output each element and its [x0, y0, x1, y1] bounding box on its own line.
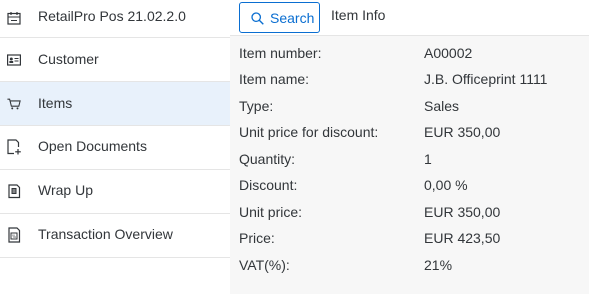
info-row-vat: VAT(%): 21%	[230, 255, 589, 275]
search-button[interactable]: Search	[239, 2, 320, 33]
add-document-icon	[7, 139, 21, 155]
wrap-up-icon	[7, 184, 21, 199]
sidebar-item-label: Transaction Overview	[38, 226, 173, 242]
sidebar-item-wrap-up[interactable]: Wrap Up	[0, 170, 230, 213]
info-key: Quantity:	[239, 151, 296, 167]
divider	[0, 257, 230, 258]
info-key: Type:	[239, 98, 274, 114]
sidebar-item-label: Items	[38, 95, 73, 111]
info-row-item-name: Item name: J.B. Officeprint 1111	[230, 69, 589, 89]
info-value: EUR 350,00	[424, 204, 501, 220]
header-bar: Search Item Info	[230, 0, 589, 36]
info-key: Item name:	[239, 71, 310, 87]
info-value: Sales	[424, 98, 460, 114]
info-value: EUR 350,00	[424, 124, 501, 140]
info-value: 1	[424, 151, 432, 167]
info-row-type: Type: Sales	[230, 96, 589, 116]
info-key: Discount:	[239, 177, 298, 193]
info-row-unit-price-for-discount: Unit price for discount: EUR 350,00	[230, 122, 589, 142]
info-key: VAT(%):	[239, 257, 290, 273]
info-value: A00002	[424, 45, 473, 61]
app-title-item: RetailPro Pos 21.02.2.0	[0, 0, 230, 37]
search-icon	[251, 12, 264, 25]
sidebar-item-label: Open Documents	[38, 138, 147, 154]
sidebar-item-transaction-overview[interactable]: % Transaction Overview	[0, 214, 230, 257]
svg-text:%: %	[12, 234, 16, 239]
info-value: J.B. Officeprint 1111	[424, 71, 548, 87]
sidebar: RetailPro Pos 21.02.2.0 Customer Items O…	[0, 0, 230, 294]
info-key: Price:	[239, 230, 275, 246]
tab-item-info[interactable]: Item Info	[331, 7, 385, 23]
info-row-item-number: Item number: A00002	[230, 43, 589, 63]
sidebar-item-items[interactable]: Items	[0, 82, 230, 125]
search-button-label: Search	[270, 10, 315, 26]
sidebar-item-label: Customer	[38, 51, 99, 67]
info-row-unit-price: Unit price: EUR 350,00	[230, 202, 589, 222]
app-title: RetailPro Pos 21.02.2.0	[38, 8, 186, 24]
sidebar-item-open-documents[interactable]: Open Documents	[0, 126, 230, 169]
transaction-overview-icon: %	[7, 227, 21, 243]
customer-card-icon	[7, 53, 21, 67]
info-row-price: Price: EUR 423,50	[230, 228, 589, 248]
sidebar-item-label: Wrap Up	[38, 182, 93, 198]
info-value: 0,00 %	[424, 177, 468, 193]
info-value: EUR 423,50	[424, 230, 501, 246]
info-value: 21%	[424, 257, 453, 273]
info-key: Item number:	[239, 45, 322, 61]
pos-app: RetailPro Pos 21.02.2.0 Customer Items O…	[0, 0, 589, 294]
sidebar-item-customer[interactable]: Customer	[0, 38, 230, 81]
info-key: Unit price:	[239, 204, 303, 220]
calendar-icon	[7, 11, 21, 25]
item-info-panel: Item number: A00002 Item name: J.B. Offi…	[230, 36, 589, 294]
info-key: Unit price for discount:	[239, 124, 379, 140]
cart-icon	[7, 97, 21, 111]
info-row-discount: Discount: 0,00 %	[230, 175, 589, 195]
info-row-quantity: Quantity: 1	[230, 149, 589, 169]
